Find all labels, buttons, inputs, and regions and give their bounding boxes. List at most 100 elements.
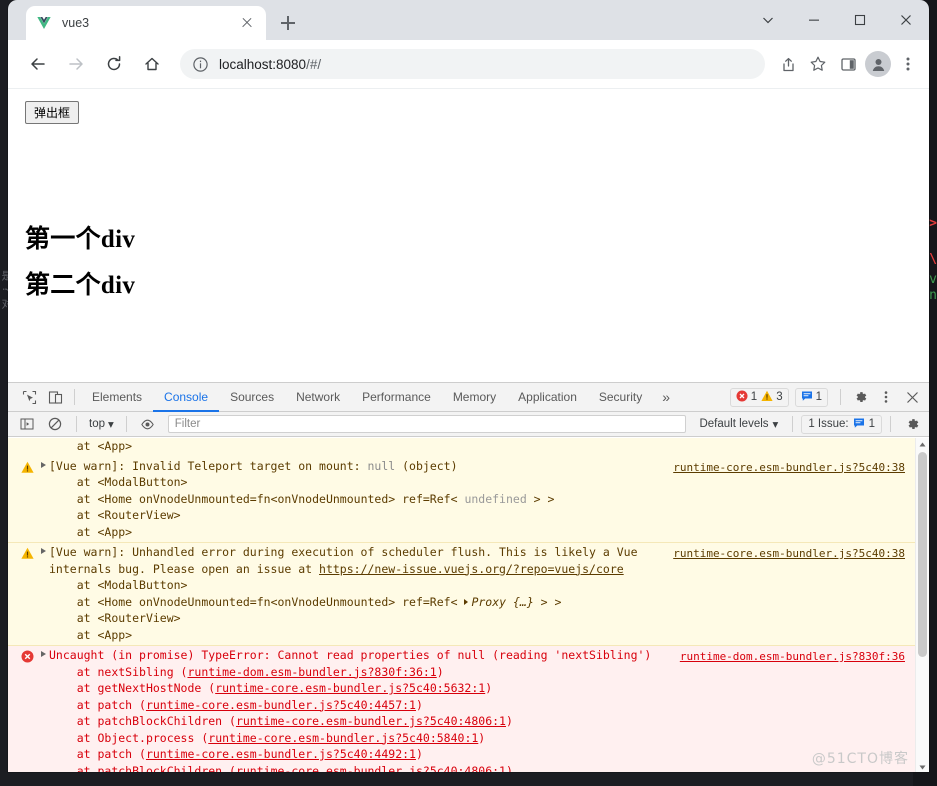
stack-fn: at getNextHostNode (	[49, 681, 216, 695]
device-toolbar-icon[interactable]	[42, 384, 68, 410]
tab-sources[interactable]: Sources	[219, 383, 285, 412]
stack-fn: at patch (	[49, 697, 146, 712]
error-circle-icon	[21, 650, 34, 663]
stack-loc[interactable]: runtime-core.esm-bundler.js?5c40:4806:1	[236, 764, 506, 773]
address-bar[interactable]: localhost:8080/#/	[180, 49, 765, 79]
scroll-up-arrow-icon[interactable]	[916, 438, 929, 451]
stack-loc[interactable]: runtime-dom.esm-bundler.js?830f:36:1	[187, 665, 436, 679]
scroll-down-arrow-icon[interactable]	[916, 761, 929, 772]
stack-loc[interactable]: runtime-core.esm-bundler.js?5c40:4806:1	[236, 714, 506, 728]
execution-context-selector[interactable]: top ▾	[85, 417, 118, 431]
warning-triangle-icon	[761, 390, 773, 405]
divider	[792, 416, 794, 432]
warning-count: 3	[776, 391, 783, 403]
stack-loc[interactable]: runtime-core.esm-bundler.js?5c40:4492:1	[146, 747, 416, 761]
expand-triangle-icon[interactable]	[41, 461, 46, 468]
bg-code-token-1: >	[929, 216, 937, 231]
tab-security[interactable]: Security	[588, 383, 653, 412]
forward-arrow-icon[interactable]	[60, 48, 92, 80]
stack-loc[interactable]: runtime-core.esm-bundler.js?5c40:5840:1	[208, 731, 478, 745]
source-link[interactable]: runtime-core.esm-bundler.js?5c40:38	[673, 547, 905, 560]
stack-entry: at patchBlockChildren (runtime-core.esm-…	[49, 714, 513, 728]
clear-console-icon[interactable]	[42, 411, 68, 437]
live-expression-eye-icon[interactable]	[135, 411, 161, 437]
stack-loc[interactable]: runtime-core.esm-bundler.js?5c40:5632:1	[215, 681, 485, 695]
stack-fn: at Object.process (	[49, 730, 209, 745]
vue-issue-link[interactable]: https://new-issue.vuejs.org/?repo=vuejs/…	[319, 562, 624, 576]
proxy-token[interactable]: Proxy {…}	[471, 595, 533, 609]
tab-network[interactable]: Network	[285, 383, 351, 412]
devtools-close-icon[interactable]	[899, 384, 925, 410]
stack-entry: at Object.process (runtime-core.esm-bund…	[49, 730, 486, 745]
new-tab-button[interactable]	[276, 11, 300, 35]
tab-elements[interactable]: Elements	[81, 383, 153, 412]
console-scrollbar[interactable]	[915, 438, 929, 772]
message-counter[interactable]: 1	[794, 387, 828, 407]
stack-entry: at patch (runtime-core.esm-bundler.js?5c…	[49, 698, 423, 712]
tab-application[interactable]: Application	[507, 383, 588, 412]
issue-counters[interactable]: 1 3	[729, 387, 789, 407]
tab-memory[interactable]: Memory	[442, 383, 507, 412]
three-dot-menu-icon[interactable]	[893, 49, 923, 79]
inspect-element-icon[interactable]	[16, 384, 42, 410]
avatar[interactable]	[863, 49, 893, 79]
url-host: localhost:8080	[219, 56, 307, 72]
devtools-kebab-menu-icon[interactable]	[873, 384, 899, 410]
error-circle-icon	[736, 390, 748, 405]
stack-line: at <App>	[49, 627, 133, 642]
expand-triangle-icon[interactable]	[41, 651, 46, 657]
info-circle-icon[interactable]	[192, 56, 209, 73]
tab-performance[interactable]: Performance	[351, 383, 442, 412]
stack-entry: at getNextHostNode (runtime-core.esm-bun…	[49, 681, 492, 695]
stack-line: at <RouterView>	[49, 611, 181, 625]
divider	[76, 416, 77, 432]
message-icon	[801, 390, 813, 405]
tab-close-icon[interactable]	[238, 14, 256, 32]
gear-icon[interactable]	[847, 384, 873, 410]
warn-headline: [Vue warn]: Invalid Teleport target on m…	[49, 458, 368, 473]
more-tabs-icon[interactable]: »	[653, 389, 679, 405]
home-icon[interactable]	[136, 48, 168, 80]
stack-line-2: at <Home onVnodeUnmounted=fn<onVnodeUnmo…	[49, 491, 555, 506]
reload-icon[interactable]	[98, 48, 130, 80]
back-arrow-icon[interactable]	[22, 48, 54, 80]
star-icon[interactable]	[803, 49, 833, 79]
source-link[interactable]: runtime-dom.esm-bundler.js?830f:36	[680, 650, 905, 663]
console-message-error[interactable]: Uncaught (in promise) TypeError: Cannot …	[8, 646, 929, 772]
context-label: top	[89, 418, 105, 430]
bg-code-token-2: \	[929, 252, 937, 267]
console-message-warning[interactable]: [Vue warn]: Invalid Teleport target on m…	[8, 456, 929, 543]
chevron-down-icon: ▾	[108, 419, 114, 431]
error-counter[interactable]: 1	[736, 390, 757, 405]
console-message-text: Uncaught (in promise) TypeError: Cannot …	[8, 647, 915, 772]
tab-search-chevron-down-icon[interactable]	[745, 0, 791, 40]
vue-logo-icon	[36, 15, 52, 31]
issues-button[interactable]: 1 Issue: 1	[801, 414, 882, 434]
tab-console[interactable]: Console	[153, 383, 219, 412]
browser-tab[interactable]: vue3	[26, 6, 266, 40]
console-filter-input[interactable]	[167, 415, 687, 433]
maximize-icon[interactable]	[837, 0, 883, 40]
stack-fn: at patchBlockChildren (	[49, 763, 236, 773]
expand-triangle-icon[interactable]	[41, 548, 46, 554]
stack-loc[interactable]: runtime-core.esm-bundler.js?5c40:4457:1	[146, 698, 416, 712]
console-message-warning[interactable]: [Vue warn]: Unhandled error during execu…	[8, 543, 929, 646]
scrollbar-thumb[interactable]	[918, 452, 927, 657]
console-settings-gear-icon[interactable]	[899, 411, 925, 437]
modal-trigger-button[interactable]: 弹出框	[25, 101, 80, 124]
source-link[interactable]: runtime-core.esm-bundler.js?5c40:38	[673, 461, 905, 474]
share-icon[interactable]	[773, 49, 803, 79]
bg-code-token-4: n	[929, 288, 937, 303]
stack-close: )	[415, 747, 423, 761]
stack-entry: at patchBlockChildren (runtime-core.esm-…	[49, 764, 513, 773]
log-levels-label: Default levels	[699, 418, 769, 430]
console-output[interactable]: at <App> [Vue warn]: Invalid Teleport ta…	[8, 438, 929, 772]
console-filter-bar: top ▾ Default levels ▾ 1 Issue:	[8, 412, 929, 437]
console-sidebar-icon[interactable]	[14, 411, 40, 437]
log-levels-dropdown[interactable]: Default levels ▾	[693, 417, 784, 431]
address-bar-text: localhost:8080/#/	[219, 57, 321, 72]
minimize-icon[interactable]	[791, 0, 837, 40]
side-panel-icon[interactable]	[833, 49, 863, 79]
warning-counter[interactable]: 3	[761, 390, 783, 405]
close-icon[interactable]	[883, 0, 929, 40]
